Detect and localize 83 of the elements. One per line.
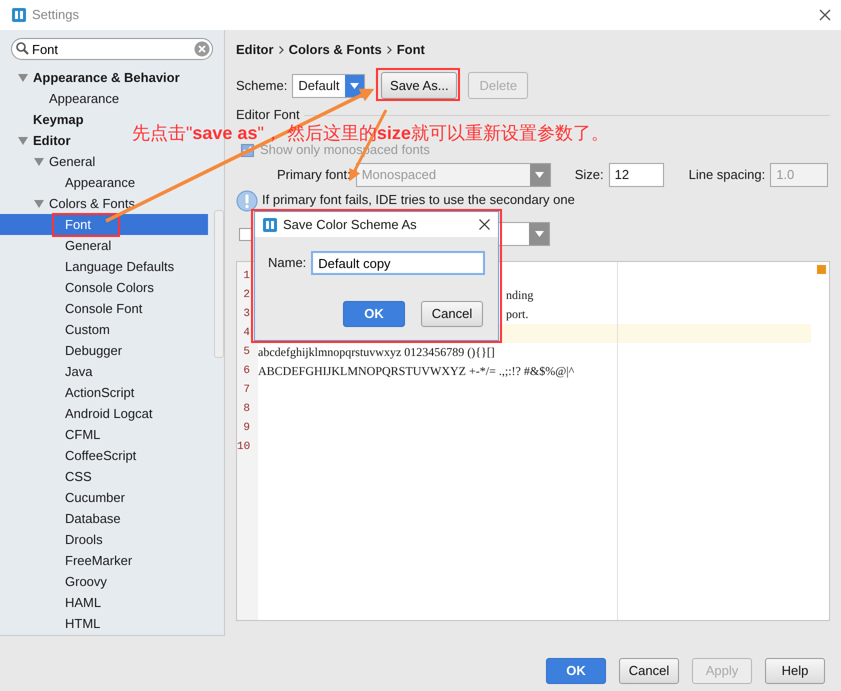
tree-item[interactable]: Colors & Fonts xyxy=(0,193,135,214)
tree-item[interactable]: CFML xyxy=(0,424,100,445)
text-field[interactable]: 12 xyxy=(608,163,664,187)
app-logo-icon xyxy=(263,218,277,232)
line-number: 8 xyxy=(242,402,251,417)
expanded-arrow-icon[interactable] xyxy=(34,200,44,208)
tree-item[interactable]: Groovy xyxy=(0,571,107,592)
checkbox[interactable] xyxy=(239,228,252,240)
tree-item[interactable]: ActionScript xyxy=(0,382,134,403)
tree-item[interactable]: General xyxy=(0,235,112,256)
close-icon[interactable] xyxy=(819,9,831,21)
help-button[interactable]: Help xyxy=(765,658,825,684)
chevron-icon xyxy=(386,46,392,54)
line-number: 5 xyxy=(242,345,251,360)
line-number: 10 xyxy=(237,440,252,455)
line-number: 3 xyxy=(242,307,251,322)
highlight-frame xyxy=(52,213,120,237)
breadcrumb-item: Editor xyxy=(236,40,274,59)
tree-item[interactable]: Appearance xyxy=(0,88,120,109)
tree-item[interactable]: Appearance & Behavior xyxy=(0,67,180,88)
field-label: Line spacing: xyxy=(688,166,766,184)
tree-item[interactable]: Font xyxy=(0,214,208,235)
expanded-arrow-icon[interactable] xyxy=(18,136,28,144)
close-icon[interactable] xyxy=(479,219,490,230)
tree-item[interactable]: Android Logcat xyxy=(0,403,152,424)
tree-item[interactable]: Keymap xyxy=(0,109,84,130)
search-field[interactable]: Font xyxy=(11,38,213,60)
ok-button[interactable]: OK xyxy=(546,658,606,684)
field-label: Size: xyxy=(574,166,604,184)
tree-item[interactable]: Editor xyxy=(0,130,71,151)
expanded-arrow-icon[interactable] xyxy=(18,74,28,82)
breadcrumb-item: Colors & Fonts xyxy=(288,40,382,59)
line-number: 9 xyxy=(242,421,251,436)
line-number: 2 xyxy=(242,288,251,303)
code-text: port. xyxy=(506,307,528,321)
name-field[interactable]: Default copy xyxy=(311,251,486,275)
code-text: abcdefghijklmnopqrstuvwxyz 0123456789 (){}[] xyxy=(258,345,495,359)
scrollbar[interactable] xyxy=(214,210,224,358)
chevron-icon xyxy=(278,46,284,54)
tree-item[interactable]: FreeMarker xyxy=(0,550,132,571)
tree-item[interactable]: Console Colors xyxy=(0,277,154,298)
ok-button[interactable]: OK xyxy=(343,301,405,327)
hint-text: If primary font fails, IDE tries to use the secondary one xyxy=(262,192,575,207)
cancel-button[interactable]: Cancel xyxy=(421,301,483,327)
expanded-arrow-icon[interactable] xyxy=(34,158,44,166)
tree-item[interactable]: HAML xyxy=(0,592,102,613)
tree-item[interactable]: Cucumber xyxy=(0,487,125,508)
code-text: nding xyxy=(506,288,534,302)
line-number: 6 xyxy=(242,364,251,379)
dropdown-arrow-icon xyxy=(534,231,544,237)
save-as-button[interactable]: Save As... xyxy=(381,72,458,99)
tree-item[interactable]: Console Font xyxy=(0,298,142,319)
info-icon xyxy=(236,190,258,212)
breadcrumb-item: Font xyxy=(396,40,425,59)
field-label: Primary font: xyxy=(277,166,351,184)
tree-item[interactable]: Custom xyxy=(0,319,110,340)
tree-item[interactable]: HTML xyxy=(0,613,100,634)
window-title: Settings xyxy=(32,6,79,24)
tree-item[interactable]: Drools xyxy=(0,529,103,550)
tree-item[interactable]: Language Defaults xyxy=(0,256,174,277)
tree-item[interactable]: Java xyxy=(0,361,92,382)
cancel-button[interactable]: Cancel xyxy=(619,658,679,684)
search-icon xyxy=(16,42,29,55)
tree-item[interactable]: Database xyxy=(0,508,121,529)
line-number: 7 xyxy=(242,383,251,398)
scheme-dropdown[interactable]: Default xyxy=(292,74,366,98)
dropdown-arrow-icon xyxy=(535,172,544,178)
clear-icon[interactable] xyxy=(194,41,210,57)
tree-item[interactable]: General xyxy=(0,151,96,172)
dialog-title: Save Color Scheme As xyxy=(283,216,417,234)
marker-icon xyxy=(817,265,826,274)
section-title: Editor Font xyxy=(236,108,300,122)
line-number: 1 xyxy=(242,269,251,284)
tree-item[interactable]: CSS xyxy=(0,466,92,487)
line-number: 4 xyxy=(242,326,251,341)
dropdown-arrow-icon xyxy=(350,82,359,88)
scheme-label: Scheme: xyxy=(236,76,288,95)
tree-item[interactable]: CoffeeScript xyxy=(0,445,136,466)
code-text: ABCDEFGHIJKLMNOPQRSTUVWXYZ +-*/= .,;:!? #&$%@|^ xyxy=(258,364,574,378)
app-logo-icon xyxy=(12,8,26,22)
field-label: Name: xyxy=(268,254,306,272)
tree-item[interactable]: Debugger xyxy=(0,340,122,361)
tree-item[interactable]: Appearance xyxy=(0,172,136,193)
